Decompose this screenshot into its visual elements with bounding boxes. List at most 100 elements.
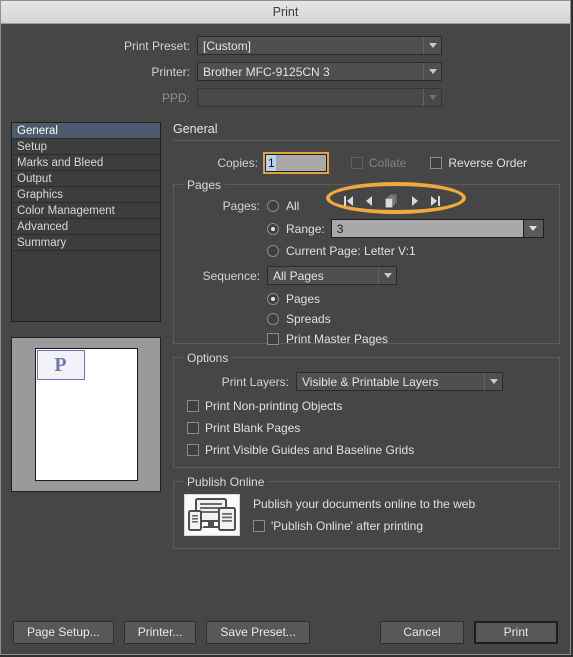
pages-group: Pages Pages: All Range: 3 Current Page: … xyxy=(173,178,560,346)
print-master-pages-label: Print Master Pages xyxy=(286,332,389,346)
sidebar-item-general[interactable]: General xyxy=(12,123,160,139)
print-preview[interactable]: P xyxy=(11,337,161,492)
copies-label: Copies: xyxy=(217,156,258,170)
print-preset-select[interactable]: [Custom] xyxy=(197,36,442,55)
sidebar-item-label: Summary xyxy=(17,237,67,249)
radio-current-page[interactable] xyxy=(267,245,279,257)
cancel-button[interactable]: Cancel xyxy=(380,620,464,644)
pages-group-legend: Pages xyxy=(183,178,226,192)
print-visible-guides-checkbox[interactable]: Print Visible Guides and Baseline Grids xyxy=(187,443,549,457)
save-preset-button[interactable]: Save Preset... xyxy=(206,620,310,644)
collate-checkbox: Collate xyxy=(351,156,406,170)
pages-radio-label: Pages xyxy=(286,292,321,306)
copies-input[interactable]: 1 xyxy=(263,152,329,174)
sidebar-item-color-management[interactable]: Color Management xyxy=(12,203,160,219)
print-non-printing-objects-checkbox[interactable]: Print Non-printing Objects xyxy=(187,399,549,413)
print-blank-pages-checkbox[interactable]: Print Blank Pages xyxy=(187,421,549,435)
sidebar-item-label: Advanced xyxy=(17,221,69,233)
next-page-icon[interactable] xyxy=(411,195,419,207)
radio-spreads[interactable] xyxy=(267,313,279,325)
sidebar-item-marks-and-bleed[interactable]: Marks and Bleed xyxy=(12,155,160,171)
first-page-icon[interactable] xyxy=(344,195,354,207)
pages-label: Pages: xyxy=(222,199,260,213)
print-dialog: Print Print Preset: [Custom] Printer: Br… xyxy=(0,0,571,655)
all-label: All xyxy=(286,199,300,213)
sidebar-item-setup[interactable]: Setup xyxy=(12,139,160,155)
options-group: Options Print Layers: Visible & Printabl… xyxy=(173,351,560,468)
sidebar-item-label: Graphics xyxy=(17,189,64,201)
current-page-label: Current Page: Letter V:1 xyxy=(286,244,416,258)
checkbox-icon xyxy=(187,444,199,456)
print-preset-value: [Custom] xyxy=(203,38,252,53)
copies-value: 1 xyxy=(266,155,276,171)
spreads-radio-label: Spreads xyxy=(286,312,331,326)
previous-page-icon[interactable] xyxy=(365,195,373,207)
chevron-down-icon xyxy=(423,63,441,80)
sidebar-item-label: Marks and Bleed xyxy=(17,157,104,169)
publish-online-description: Publish your documents online to the web xyxy=(253,497,476,511)
publish-after-printing-label: 'Publish Online' after printing xyxy=(271,519,423,533)
publish-online-legend: Publish Online xyxy=(183,475,269,489)
printer-button[interactable]: Printer... xyxy=(123,620,197,644)
copies-row: Copies: 1 Collate Reverse Order xyxy=(173,152,560,174)
ppd-label: PPD: xyxy=(161,90,190,105)
ppd-select xyxy=(197,88,442,107)
top-form: Print Preset: [Custom] Printer: Brother … xyxy=(1,24,570,122)
print-layers-select[interactable]: Visible & Printable Layers xyxy=(296,372,503,391)
chevron-down-icon[interactable] xyxy=(522,220,543,237)
checkbox-icon xyxy=(187,422,199,434)
print-non-printing-objects-label: Print Non-printing Objects xyxy=(205,399,343,413)
sidebar-item-advanced[interactable]: Advanced xyxy=(12,219,160,235)
options-group-legend: Options xyxy=(183,351,233,365)
window-title: Print xyxy=(272,5,299,19)
radio-pages[interactable] xyxy=(267,293,279,305)
publish-after-printing-checkbox[interactable]: 'Publish Online' after printing xyxy=(253,519,475,533)
checkbox-icon xyxy=(187,400,199,412)
printer-value: Brother MFC-9125CN 3 xyxy=(203,64,330,79)
print-preset-row: Print Preset: [Custom] xyxy=(1,35,570,56)
pages-current-row: Current Page: Letter V:1 xyxy=(184,244,549,258)
radio-range[interactable] xyxy=(267,222,279,235)
reverse-order-checkbox[interactable]: Reverse Order xyxy=(430,156,527,170)
print-preset-label: Print Preset: xyxy=(123,38,190,53)
print-blank-pages-label: Print Blank Pages xyxy=(205,421,301,435)
checkbox-icon[interactable] xyxy=(267,333,279,345)
dialog-body: General Setup Marks and Bleed Output Gra… xyxy=(1,122,570,610)
publish-online-text: Publish your documents online to the web… xyxy=(253,497,475,533)
preview-page-letter: P xyxy=(36,350,85,380)
chevron-down-icon xyxy=(484,373,502,390)
settings-nav-list: General Setup Marks and Bleed Output Gra… xyxy=(11,122,161,322)
page-setup-button[interactable]: Page Setup... xyxy=(13,620,114,644)
ppd-row: PPD: xyxy=(1,87,570,108)
publish-online-group: Publish Online Publish your documents on… xyxy=(173,475,560,549)
sidebar-item-output[interactable]: Output xyxy=(12,171,160,187)
radio-all[interactable] xyxy=(267,200,279,212)
spreads-radio-row: Spreads xyxy=(184,312,549,326)
last-page-icon[interactable] xyxy=(430,195,440,207)
stacked-pages-icon[interactable] xyxy=(384,193,400,209)
chevron-down-icon xyxy=(423,89,441,106)
page-navigation-controls xyxy=(344,193,440,209)
sequence-row: Sequence: All Pages xyxy=(184,266,549,285)
page-title: General xyxy=(173,122,218,136)
print-layers-value: Visible & Printable Layers xyxy=(302,374,439,389)
printer-label: Printer: xyxy=(151,64,190,79)
left-column: General Setup Marks and Bleed Output Gra… xyxy=(11,122,161,610)
title-bar: Print xyxy=(1,1,570,24)
sidebar-item-label: Output xyxy=(17,173,52,185)
range-input[interactable]: 3 xyxy=(330,219,544,238)
sidebar-item-graphics[interactable]: Graphics xyxy=(12,187,160,203)
sidebar-item-summary[interactable]: Summary xyxy=(12,235,160,251)
print-button[interactable]: Print xyxy=(474,620,558,644)
pages-radio-row: Pages xyxy=(184,292,549,306)
chevron-down-icon xyxy=(378,267,396,284)
sidebar-item-label: Color Management xyxy=(17,205,115,217)
sequence-select[interactable]: All Pages xyxy=(267,266,397,285)
right-column: General Copies: 1 Collate Reverse Order xyxy=(161,122,560,610)
checkbox-icon xyxy=(351,157,363,169)
sequence-value: All Pages xyxy=(273,268,324,283)
print-visible-guides-label: Print Visible Guides and Baseline Grids xyxy=(205,443,415,457)
print-master-pages-row: Print Master Pages xyxy=(184,332,549,346)
printer-select[interactable]: Brother MFC-9125CN 3 xyxy=(197,62,442,81)
chevron-down-icon xyxy=(423,37,441,54)
